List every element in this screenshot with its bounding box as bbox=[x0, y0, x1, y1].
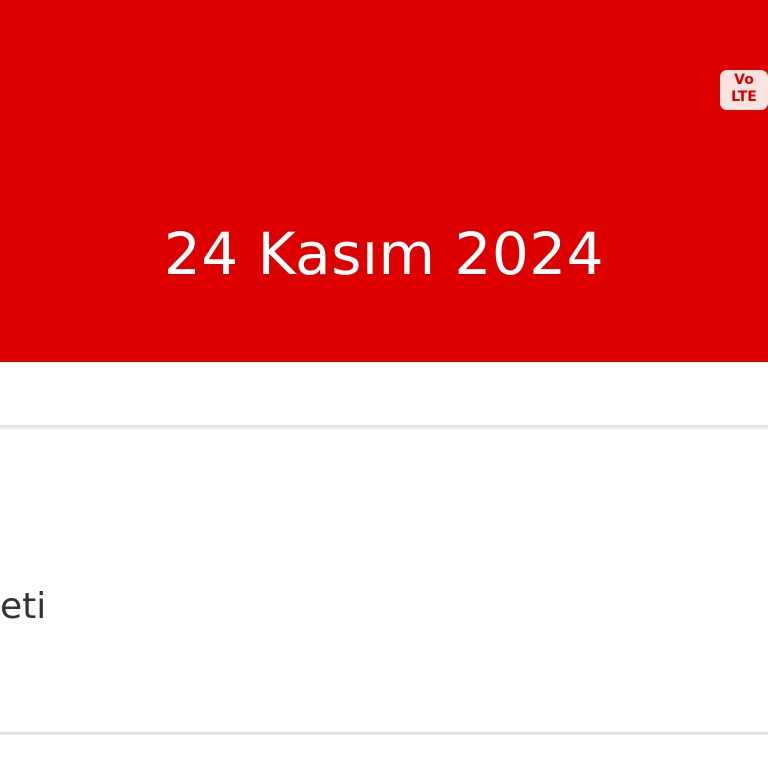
volte-top-text: Vo bbox=[734, 72, 754, 88]
date-title: 24 Kasım 2024 bbox=[163, 220, 605, 288]
header-spacer-strip bbox=[0, 362, 768, 426]
header-banner: Vo LTE 24 Kasım 2024 bbox=[0, 0, 768, 362]
section-divider bbox=[0, 425, 768, 428]
list-divider bbox=[0, 732, 768, 735]
list-item[interactable] bbox=[0, 430, 768, 730]
volte-status-icon: Vo LTE bbox=[720, 70, 768, 110]
volte-bottom-text: LTE bbox=[731, 89, 757, 105]
app-screen: Vo LTE 24 Kasım 2024 eti bbox=[0, 0, 768, 768]
list-item-label: eti bbox=[0, 586, 47, 627]
